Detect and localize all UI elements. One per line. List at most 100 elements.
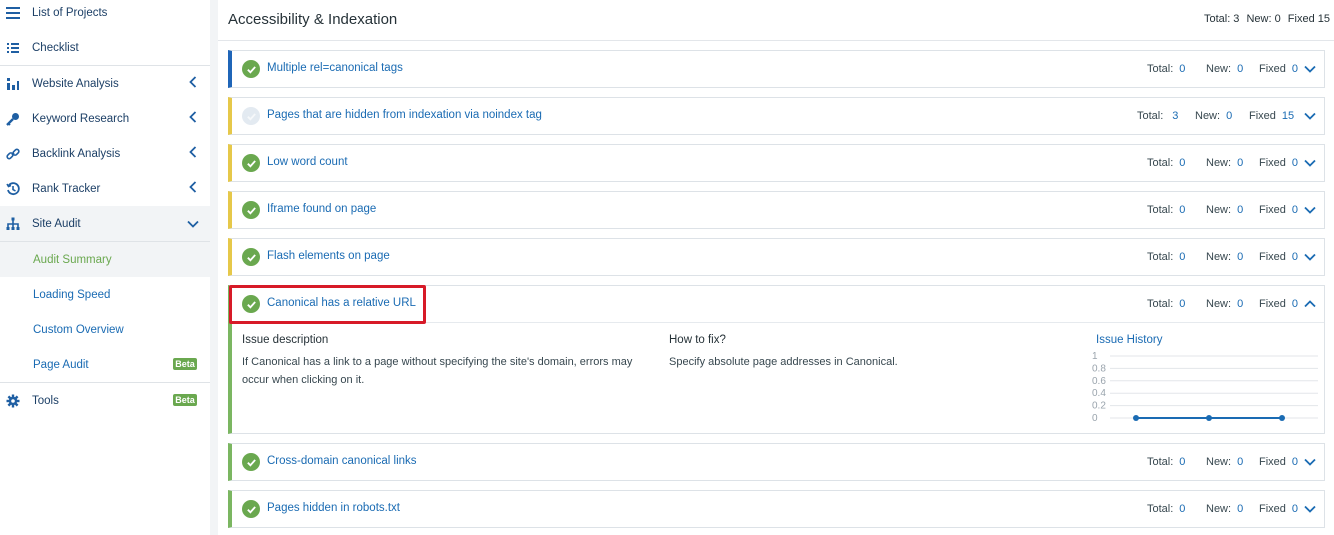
chart-point[interactable] [1133,415,1139,421]
chevron-down-icon[interactable] [1303,455,1317,469]
issue-row[interactable]: Flash elements on page Total: 0 New: 0 Fix… [228,238,1325,276]
chevron-down-icon[interactable] [1303,250,1317,264]
issue-new: New: 0 [1195,110,1232,122]
stat-value[interactable]: 0 [1237,157,1243,169]
stat-value[interactable]: 0 [1292,503,1298,515]
sidebar-subitem-custom-overview[interactable]: Custom Overview [0,312,210,347]
check-circle-icon [242,500,260,518]
stat-value[interactable]: 0 [1237,63,1243,75]
chart-y-tick-label: 0.4 [1092,388,1106,399]
issue-row[interactable]: Low word count Total: 0 New: 0 Fixed 0 [228,144,1325,182]
sidebar-item-list-of-projects[interactable]: List of Projects [0,0,210,30]
stat-value[interactable]: 0 [1237,456,1243,468]
sidebar-subitem-audit-summary[interactable]: Audit Summary [0,242,210,277]
stat-label: Total: [1147,456,1174,468]
stat-value[interactable]: 0 [1292,298,1298,310]
issue-row[interactable]: Pages hidden in robots.txt Total: 0 New: 0… [228,490,1325,528]
sidebar-item-tools[interactable]: Tools Beta [0,383,210,418]
chart-y-tick-label: 0 [1092,413,1098,424]
stat-label: New: [1206,456,1232,468]
issue-new: New: 0 [1206,63,1243,75]
issue-new: New: 0 [1206,456,1243,468]
issue-history-chart: 10.8 0.60.4 0.20 [1092,352,1318,424]
issue-history-link[interactable]: Issue History [1096,334,1162,346]
stat-label: New: [1206,63,1232,75]
sidebar-item-backlink-analysis[interactable]: Backlink Analysis [0,136,210,171]
stat-label: New: [1195,110,1221,122]
issue-title[interactable]: Pages that are hidden from indexation vi… [267,109,542,121]
sidebar-item-site-audit[interactable]: Site Audit [0,206,210,241]
sidebar-subitem-page-audit[interactable]: Page Audit Beta [0,347,210,382]
stat-value[interactable]: 0 [1292,456,1298,468]
issue-total: Total: 0 [1147,63,1185,75]
stat-label: Total: [1147,503,1174,515]
stat-value[interactable]: 0 [1179,503,1185,515]
stat-value[interactable]: 0 [1292,63,1298,75]
stat-label: Fixed [1259,456,1286,468]
issue-new: New: 0 [1206,204,1243,216]
issue-title[interactable]: Iframe found on page [267,203,376,215]
chevron-up-icon[interactable] [1303,297,1317,311]
how-to-fix-heading: How to fix? [669,334,726,346]
stat-label: Fixed [1259,204,1286,216]
stat-label: Total: [1147,298,1174,310]
issue-fixed: Fixed 0 [1259,503,1298,515]
chevron-down-icon[interactable] [1303,156,1317,170]
issue-fixed: Fixed 0 [1259,157,1298,169]
stat-value[interactable]: 0 [1292,204,1298,216]
issue-row[interactable]: Pages that are hidden from indexation vi… [228,97,1325,135]
stat-value[interactable]: 0 [1237,251,1243,263]
stat-value[interactable]: 0 [1179,204,1185,216]
stat-value[interactable]: 0 [1237,204,1243,216]
issue-title[interactable]: Cross-domain canonical links [267,455,417,467]
issue-title[interactable]: Flash elements on page [267,250,390,262]
chevron-down-icon[interactable] [1303,502,1317,516]
stat-label: New: [1206,251,1232,263]
issue-title[interactable]: Pages hidden in robots.txt [267,502,400,514]
stat-value[interactable]: 15 [1282,110,1294,122]
sidebar-item-website-analysis[interactable]: Website Analysis [0,66,210,101]
stat-value[interactable]: 0 [1179,251,1185,263]
chevron-left-icon [189,146,197,161]
stat-value[interactable]: 0 [1237,503,1243,515]
sidebar-subitem-loading-speed[interactable]: Loading Speed [0,277,210,312]
issue-row[interactable]: Cross-domain canonical links Total: 0 New… [228,443,1325,481]
sidebar-item-label: Backlink Analysis [32,147,121,160]
issue-title[interactable]: Multiple rel=canonical tags [267,62,403,74]
issue-row[interactable]: Iframe found on page Total: 0 New: 0 Fixed… [228,191,1325,229]
issue-row-expanded[interactable]: Canonical has a relative URL Total: 0 New… [228,285,1325,434]
checklist-icon [5,40,21,56]
stat-value[interactable]: 0 [1237,298,1243,310]
stat-value[interactable]: 0 [1179,298,1185,310]
issue-fixed: Fixed 0 [1259,63,1298,75]
stat-value[interactable]: 0 [1179,456,1185,468]
chart-y-tick-label: 0.6 [1092,376,1106,387]
issue-title[interactable]: Canonical has a relative URL [267,297,416,309]
header-total: Total: 3 [1203,13,1240,25]
key-icon [5,111,21,127]
chevron-down-icon[interactable] [1303,203,1317,217]
check-circle-icon [242,453,260,471]
chart-point[interactable] [1279,415,1285,421]
stat-value[interactable]: 3 [1172,110,1178,122]
chevron-down-icon[interactable] [1303,62,1317,76]
sidebar-item-keyword-research[interactable]: Keyword Research [0,101,210,136]
stat-label: Total: [1147,251,1174,263]
stat-value[interactable]: 0 [1179,63,1185,75]
stat-value[interactable]: 0 [1292,251,1298,263]
sidebar-item-rank-tracker[interactable]: Rank Tracker [0,171,210,206]
sidebar-subitem-label: Custom Overview [33,323,124,336]
issue-title[interactable]: Low word count [267,156,348,168]
stat-label: Fixed [1249,110,1276,122]
stat-value[interactable]: 0 [1292,157,1298,169]
sidebar-item-checklist[interactable]: Checklist [0,30,210,65]
chevron-down-icon[interactable] [1303,109,1317,123]
issue-description-text: If Canonical has a link to a page withou… [242,356,633,386]
chart-y-tick-label: 1 [1092,352,1098,362]
link-icon [5,146,21,162]
issue-row[interactable]: Multiple rel=canonical tags Total: 0 New:… [228,50,1325,88]
stat-value[interactable]: 0 [1179,157,1185,169]
chart-point[interactable] [1206,415,1212,421]
stat-value[interactable]: 0 [1226,110,1232,122]
chevron-left-icon [189,76,197,91]
